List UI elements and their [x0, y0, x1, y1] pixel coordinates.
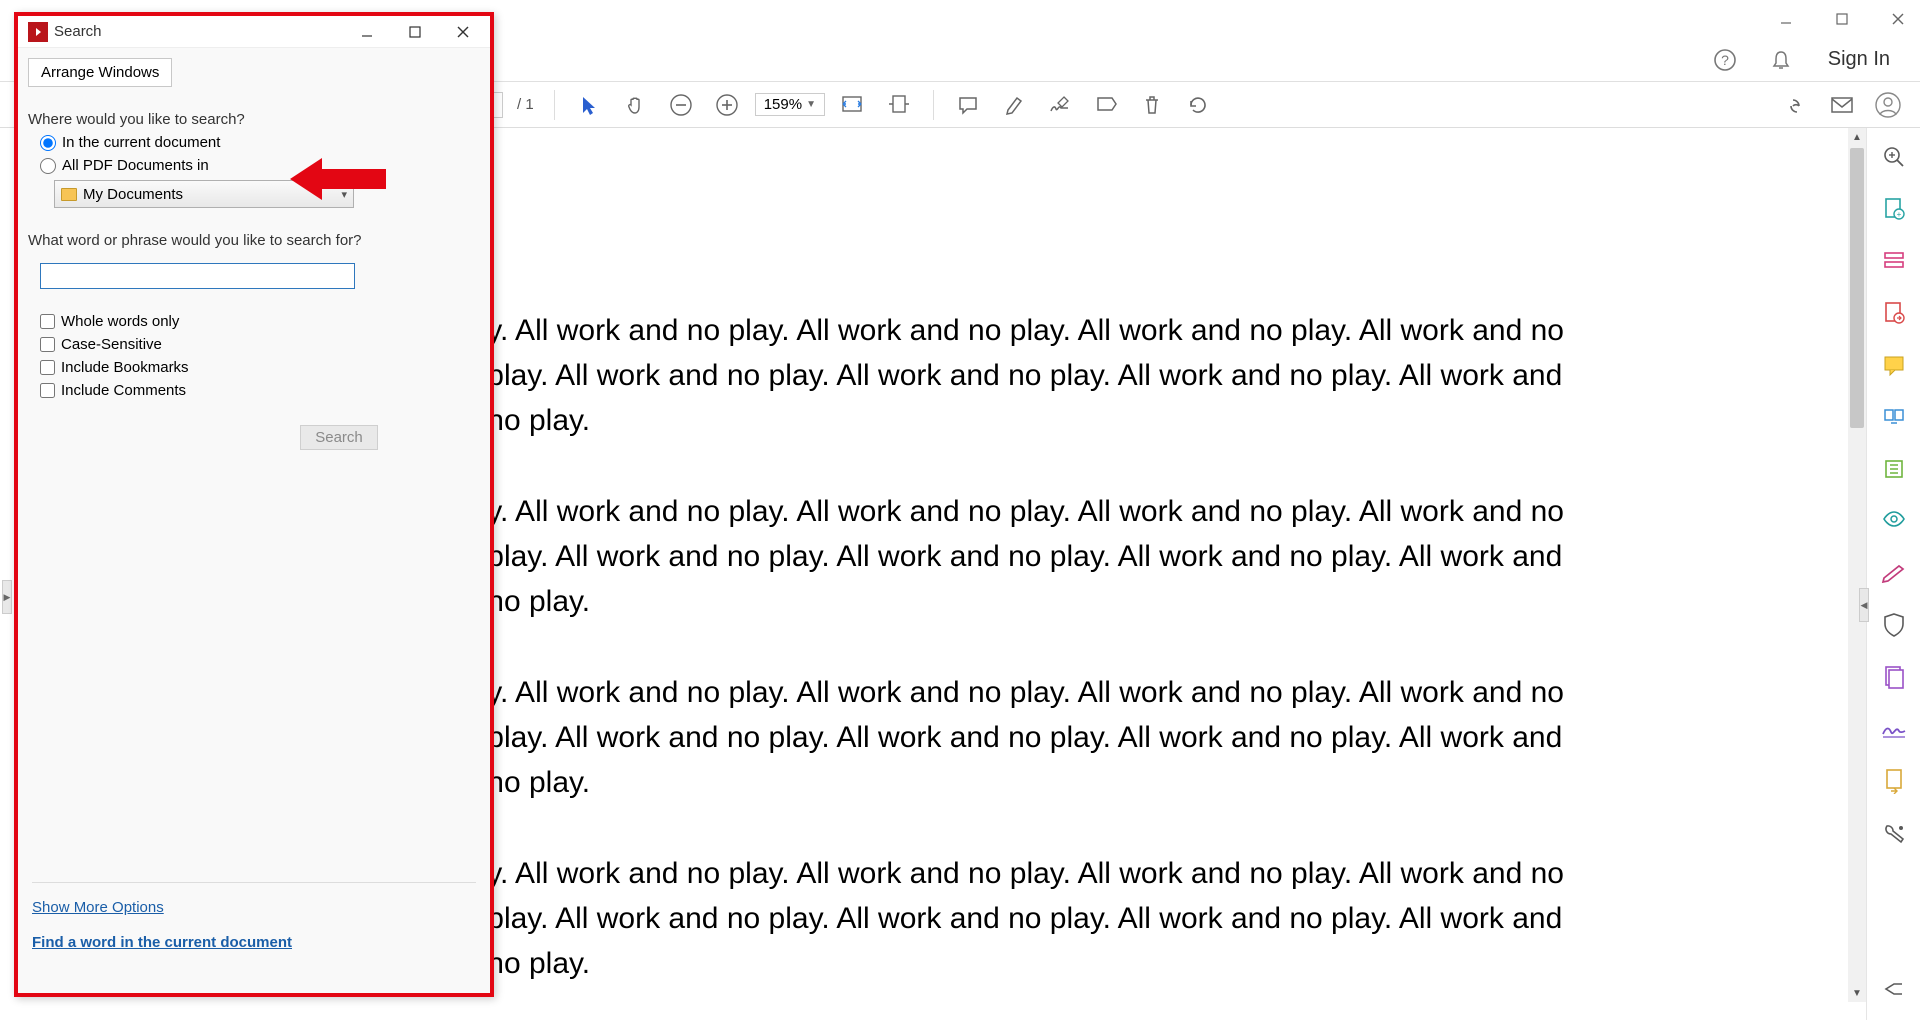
- delete-trash-icon[interactable]: [1134, 87, 1170, 123]
- right-panel-collapse-handle[interactable]: ◀: [1859, 588, 1869, 622]
- comment-tool-icon[interactable]: [1879, 350, 1909, 380]
- annotation-red-arrow-icon: [290, 154, 390, 204]
- main-minimize-button[interactable]: [1772, 8, 1800, 30]
- selection-cursor-icon[interactable]: [571, 87, 607, 123]
- protect-shield-icon[interactable]: [1879, 610, 1909, 640]
- zoom-value-label: 159%: [764, 96, 802, 113]
- search-dialog-footer: Show More Options Find a word in the cur…: [32, 882, 476, 969]
- checkbox-include-comments[interactable]: Include Comments: [40, 382, 480, 399]
- arrange-windows-button[interactable]: Arrange Windows: [28, 58, 172, 87]
- organize-pages-tool-icon[interactable]: [1879, 402, 1909, 432]
- highlight-icon[interactable]: [996, 87, 1032, 123]
- checkbox-whole-words[interactable]: Whole words only: [40, 313, 480, 330]
- combine-files-tool-icon[interactable]: [1879, 662, 1909, 692]
- checkbox-include-comments-label: Include Comments: [61, 382, 186, 399]
- sign-in-link[interactable]: Sign In: [1824, 48, 1894, 71]
- dialog-maximize-button[interactable]: [402, 21, 428, 43]
- zoom-out-icon[interactable]: [663, 87, 699, 123]
- search-dialog-titlebar[interactable]: Search: [18, 16, 490, 48]
- notifications-bell-icon[interactable]: [1768, 47, 1794, 73]
- radio-current-document-label: In the current document: [62, 134, 220, 151]
- zoom-level-select[interactable]: 159% ▼: [755, 93, 825, 116]
- search-scope-label: Where would you like to search?: [28, 111, 480, 128]
- svg-text:+: +: [1896, 210, 1901, 219]
- checkbox-case-sensitive-label: Case-Sensitive: [61, 336, 162, 353]
- vertical-scrollbar[interactable]: ▲ ▼: [1848, 128, 1866, 1002]
- main-close-button[interactable]: [1884, 8, 1912, 30]
- dialog-minimize-button[interactable]: [354, 21, 380, 43]
- account-profile-icon[interactable]: [1870, 87, 1906, 123]
- search-dialog-title: Search: [54, 23, 354, 40]
- search-dialog-body: Arrange Windows Where would you like to …: [18, 48, 490, 460]
- refresh-rotate-icon[interactable]: [1180, 87, 1216, 123]
- folder-icon: [61, 188, 77, 201]
- page-total-label: / 1: [513, 96, 538, 113]
- sign-signature-tool-icon[interactable]: [1879, 714, 1909, 744]
- radio-all-documents-input[interactable]: [40, 158, 56, 174]
- search-dialog-window: Search Arrange Windows Where would you l…: [14, 12, 494, 997]
- radio-all-documents[interactable]: All PDF Documents in: [40, 157, 480, 174]
- expand-rail-arrow-icon[interactable]: [1879, 974, 1909, 1004]
- scroll-down-arrow-icon[interactable]: ▼: [1848, 984, 1866, 1002]
- search-text-input[interactable]: [40, 263, 355, 289]
- zoom-magnifier-icon[interactable]: [1879, 142, 1909, 172]
- checkbox-include-bookmarks[interactable]: Include Bookmarks: [40, 359, 480, 376]
- left-panel-expand-handle[interactable]: ▶: [2, 580, 12, 614]
- signature-icon[interactable]: [1042, 87, 1078, 123]
- search-submit-button[interactable]: Search: [300, 425, 378, 450]
- scrollbar-thumb[interactable]: [1850, 148, 1864, 428]
- adobe-app-icon: [28, 22, 48, 42]
- toolbar-separator: [933, 90, 934, 120]
- radio-all-documents-label: All PDF Documents in: [62, 157, 209, 174]
- chevron-down-icon: ▼: [806, 99, 816, 110]
- radio-current-document-input[interactable]: [40, 135, 56, 151]
- search-phrase-label: What word or phrase would you like to se…: [28, 232, 480, 249]
- attachment-link-icon[interactable]: [1778, 87, 1814, 123]
- edit-pdf-tool-icon[interactable]: [1879, 246, 1909, 276]
- hand-pan-icon[interactable]: [617, 87, 653, 123]
- find-word-current-doc-link[interactable]: Find a word in the current document: [32, 934, 476, 951]
- zoom-in-icon[interactable]: [709, 87, 745, 123]
- checkbox-include-comments-input[interactable]: [40, 383, 55, 398]
- create-pdf-tool-icon[interactable]: +: [1879, 194, 1909, 224]
- fit-width-icon[interactable]: [835, 87, 871, 123]
- toolbar-separator: [554, 90, 555, 120]
- fit-page-icon[interactable]: [881, 87, 917, 123]
- checkbox-include-bookmarks-label: Include Bookmarks: [61, 359, 189, 376]
- compress-optimize-tool-icon[interactable]: [1879, 454, 1909, 484]
- checkbox-case-sensitive[interactable]: Case-Sensitive: [40, 336, 480, 353]
- toolbar-right-group: [1778, 87, 1906, 123]
- right-tools-rail: + ◀: [1866, 128, 1920, 1020]
- checkbox-case-sensitive-input[interactable]: [40, 337, 55, 352]
- footer-divider: [32, 882, 476, 883]
- fill-sign-pen-icon[interactable]: [1879, 558, 1909, 588]
- stamp-icon[interactable]: [1088, 87, 1124, 123]
- comment-note-icon[interactable]: [950, 87, 986, 123]
- main-maximize-button[interactable]: [1828, 8, 1856, 30]
- folder-selected-label: My Documents: [83, 186, 183, 203]
- svg-text:?: ?: [1721, 52, 1729, 68]
- dialog-close-button[interactable]: [450, 21, 476, 43]
- search-dialog-window-controls: [354, 21, 486, 43]
- checkbox-whole-words-input[interactable]: [40, 314, 55, 329]
- export-pdf-tool-icon[interactable]: [1879, 298, 1909, 328]
- checkbox-include-bookmarks-input[interactable]: [40, 360, 55, 375]
- show-more-options-link[interactable]: Show More Options: [32, 899, 476, 916]
- help-icon[interactable]: ?: [1712, 47, 1738, 73]
- email-envelope-icon[interactable]: [1824, 87, 1860, 123]
- convert-tool-icon[interactable]: [1879, 766, 1909, 796]
- redact-tool-icon[interactable]: [1879, 506, 1909, 536]
- more-tools-wrench-icon[interactable]: [1879, 818, 1909, 848]
- radio-current-document[interactable]: In the current document: [40, 134, 480, 151]
- checkbox-whole-words-label: Whole words only: [61, 313, 179, 330]
- scroll-up-arrow-icon[interactable]: ▲: [1848, 128, 1866, 146]
